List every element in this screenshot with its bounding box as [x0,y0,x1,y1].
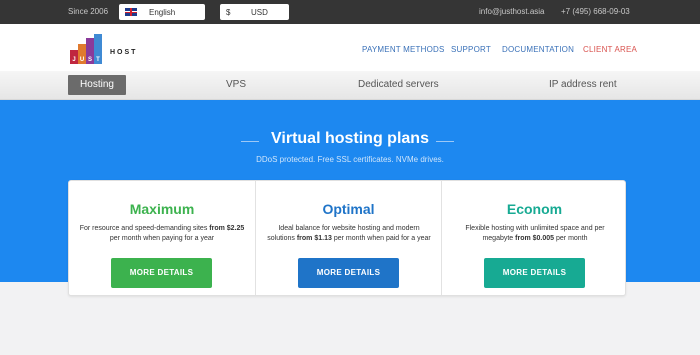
plan-card-econom: Econom Flexible hosting with unlimited s… [441,181,627,295]
top-bar: Since 2006 English $ USD info@justhost.a… [0,0,700,24]
plan-description: Flexible hosting with unlimited space an… [465,225,605,242]
language-select[interactable]: English [119,4,205,20]
tab-dedicated-servers[interactable]: Dedicated servers [358,79,439,90]
more-details-button[interactable]: MORE DETAILS [484,258,585,288]
dollar-icon: $ [226,8,231,17]
since-text: Since 2006 [68,7,109,16]
tab-ip-address-rent[interactable]: IP address rent [549,79,617,90]
nav-documentation[interactable]: DOCUMENTATION [502,45,574,54]
service-tabs: Hosting VPS Dedicated servers IP address… [0,71,700,100]
logo-bar [78,44,86,56]
currency-value: USD [251,8,268,17]
logo-letter: T [94,56,102,64]
tab-hosting[interactable]: Hosting [68,75,126,95]
phone-link[interactable]: +7 (495) 668-09-03 [561,7,630,16]
logo-letter: U [78,56,86,64]
site-header: J U S T HOST PAYMENT METHODS SUPPORT DOC… [0,24,700,71]
language-value: English [149,8,176,17]
plan-description: For resource and speed-demanding sites f… [79,225,245,242]
plan-card-optimal: Optimal Ideal balance for website hostin… [255,181,441,295]
plans-container: Maximum For resource and speed-demanding… [68,180,626,296]
more-details-button[interactable]: MORE DETAILS [298,258,399,288]
currency-select[interactable]: $ USD [220,4,289,20]
logo-letters: J U S T [70,56,102,64]
email-link[interactable]: info@justhost.asia [479,7,545,16]
nav-support[interactable]: SUPPORT [451,45,491,54]
hero-title: Virtual hosting plans [271,130,429,147]
hero-subtitle: DDoS protected. Free SSL certificates. N… [256,155,444,164]
plan-description: Ideal balance for website hosting and mo… [267,225,431,242]
more-details-button[interactable]: MORE DETAILS [111,258,212,288]
logo-host-text: HOST [110,49,138,56]
plan-name: Optimal [322,201,375,217]
plan-name: Maximum [129,201,195,217]
nav-payment-methods[interactable]: PAYMENT METHODS [362,45,445,54]
logo-letter: J [70,56,78,64]
tab-vps[interactable]: VPS [226,79,246,90]
nav-client-area[interactable]: CLIENT AREA [583,45,637,54]
logo-bar [94,34,102,56]
justhost-logo[interactable]: J U S T HOST [70,34,150,64]
plan-card-maximum: Maximum For resource and speed-demanding… [69,181,255,295]
logo-letter: S [86,56,94,64]
title-divider [436,141,454,142]
uk-flag-icon [125,8,137,16]
logo-bar [86,38,94,56]
plan-name: Econom [506,201,563,217]
